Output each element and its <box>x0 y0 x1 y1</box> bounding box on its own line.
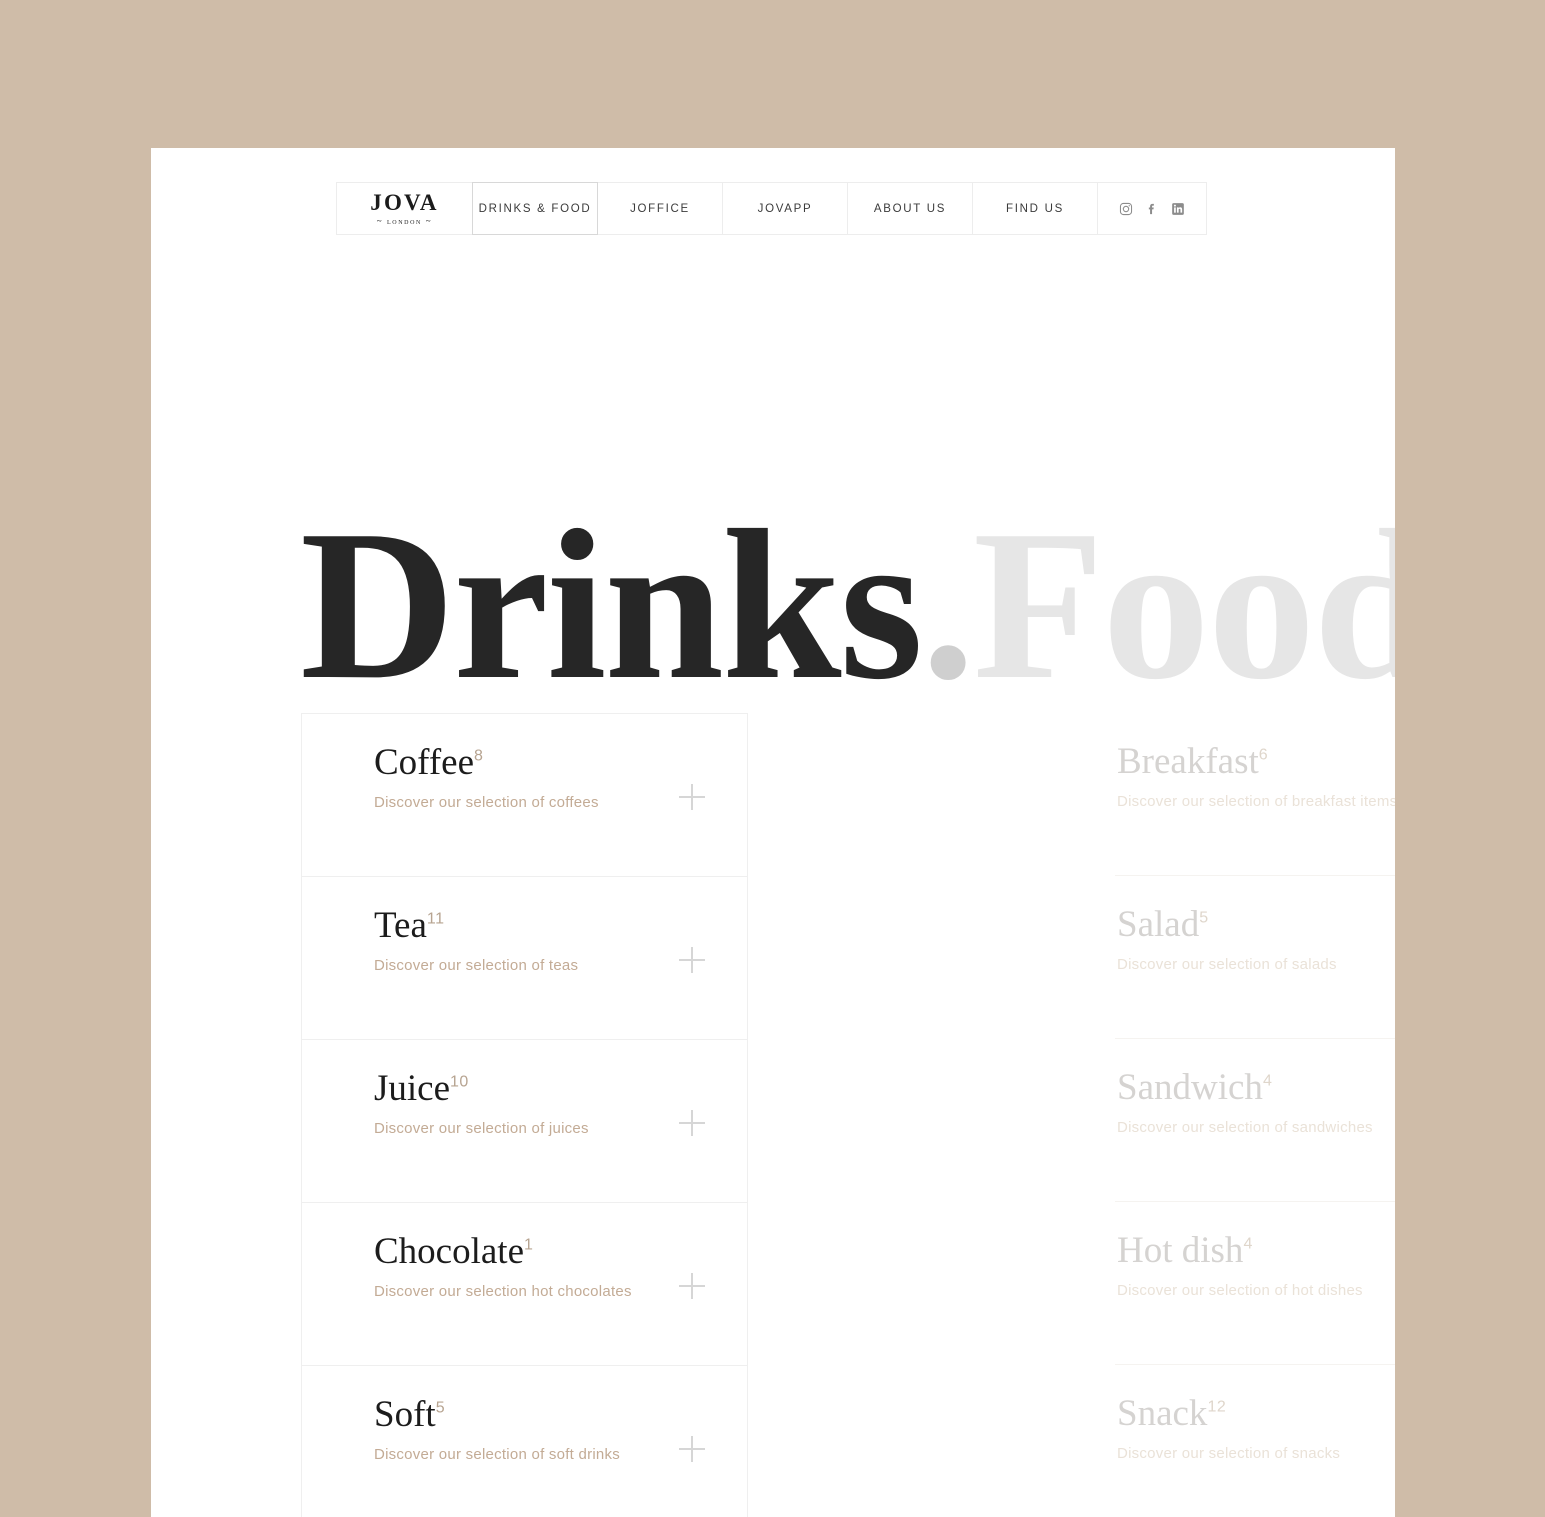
page-title-inactive: Food <box>973 485 1395 725</box>
category-card-juice[interactable]: Juice10 Discover our selection of juices <box>302 1040 747 1203</box>
category-count: 5 <box>435 1399 446 1417</box>
category-card-sandwich[interactable]: Sandwich4 Discover our selection of sand… <box>1115 1039 1395 1202</box>
category-count: 4 <box>1243 1235 1253 1253</box>
facebook-icon[interactable] <box>1145 201 1160 216</box>
category-count: 10 <box>450 1073 469 1091</box>
category-description: Discover our selection of salads <box>1117 956 1337 973</box>
category-title: Sandwich4 <box>1117 1067 1273 1108</box>
category-title: Breakfast6 <box>1117 741 1269 782</box>
category-count: 8 <box>474 747 484 765</box>
category-count: 11 <box>426 910 445 928</box>
plus-icon[interactable] <box>679 784 705 810</box>
category-card-breakfast[interactable]: Breakfast6 Discover our selection of bre… <box>1115 713 1395 876</box>
category-title: Chocolate1 <box>374 1231 534 1272</box>
category-description: Discover our selection hot chocolates <box>374 1283 632 1300</box>
nav-link-label[interactable]: JOVAPP <box>758 203 813 215</box>
nav-link-label[interactable]: JOFFICE <box>630 203 690 215</box>
category-count: 5 <box>1199 909 1209 927</box>
category-title: Snack12 <box>1117 1393 1227 1434</box>
category-description: Discover our selection of breakfast item… <box>1117 793 1395 810</box>
page-title: Drinks.Food <box>300 497 1395 712</box>
main-navigation: JOVA ~ London ~ DRINKS & FOOD JOFFICE JO… <box>336 182 1207 235</box>
drinks-category-list: Coffee8 Discover our selection of coffee… <box>301 713 748 1517</box>
nav-item-jovapp[interactable]: JOVAPP <box>722 182 848 235</box>
instagram-icon[interactable] <box>1119 201 1134 216</box>
category-description: Discover our selection of hot dishes <box>1117 1282 1363 1299</box>
category-title: Hot dish4 <box>1117 1230 1253 1271</box>
category-description: Discover our selection of teas <box>374 957 579 974</box>
category-title: Soft5 <box>374 1394 446 1435</box>
category-card-hot-dish[interactable]: Hot dish4 Discover our selection of hot … <box>1115 1202 1395 1365</box>
category-card-snack[interactable]: Snack12 Discover our selection of snacks <box>1115 1365 1395 1517</box>
plus-icon[interactable] <box>679 947 705 973</box>
plus-icon[interactable] <box>679 1273 705 1299</box>
category-description: Discover our selection of soft drinks <box>374 1446 621 1463</box>
brand-logo[interactable]: JOVA ~ London ~ <box>336 182 473 235</box>
category-title: Juice10 <box>374 1068 469 1109</box>
nav-link-label[interactable]: ABOUT US <box>874 203 946 215</box>
category-count: 12 <box>1207 1398 1227 1416</box>
category-card-salad[interactable]: Salad5 Discover our selection of salads <box>1115 876 1395 1039</box>
nav-link-label[interactable]: DRINKS & FOOD <box>479 203 592 215</box>
logo-name: JOVA <box>370 190 439 215</box>
category-description: Discover our selection of juices <box>374 1120 589 1137</box>
category-card-soft[interactable]: Soft5 Discover our selection of soft dri… <box>302 1366 747 1517</box>
food-category-list: Breakfast6 Discover our selection of bre… <box>1115 713 1395 1517</box>
nav-item-find-us[interactable]: FIND US <box>972 182 1098 235</box>
category-description: Discover our selection of coffees <box>374 794 599 811</box>
category-card-coffee[interactable]: Coffee8 Discover our selection of coffee… <box>302 714 747 877</box>
category-count: 4 <box>1262 1072 1273 1090</box>
category-title: Salad5 <box>1117 904 1209 945</box>
logo-tagline: ~ London ~ <box>376 216 433 226</box>
linkedin-icon[interactable] <box>1171 201 1186 216</box>
category-count: 6 <box>1258 746 1269 764</box>
category-title: Coffee8 <box>374 742 484 783</box>
page-panel: JOVA ~ London ~ DRINKS & FOOD JOFFICE JO… <box>151 148 1395 1517</box>
logo-text: JOVA ~ London ~ <box>370 191 438 226</box>
category-count: 1 <box>524 1236 534 1254</box>
plus-icon[interactable] <box>679 1110 705 1136</box>
plus-icon[interactable] <box>679 1436 705 1462</box>
page-title-active: Drinks <box>300 485 923 725</box>
category-card-tea[interactable]: Tea11 Discover our selection of teas <box>302 877 747 1040</box>
nav-item-joffice[interactable]: JOFFICE <box>597 182 723 235</box>
social-links <box>1097 182 1207 235</box>
category-description: Discover our selection of snacks <box>1117 1445 1341 1462</box>
category-card-chocolate[interactable]: Chocolate1 Discover our selection hot ch… <box>302 1203 747 1366</box>
category-description: Discover our selection of sandwiches <box>1117 1119 1373 1136</box>
category-title: Tea11 <box>374 905 445 946</box>
nav-item-about-us[interactable]: ABOUT US <box>847 182 973 235</box>
page-title-separator: . <box>921 485 975 725</box>
nav-item-drinks-food[interactable]: DRINKS & FOOD <box>472 182 598 235</box>
nav-link-label[interactable]: FIND US <box>1006 203 1064 215</box>
